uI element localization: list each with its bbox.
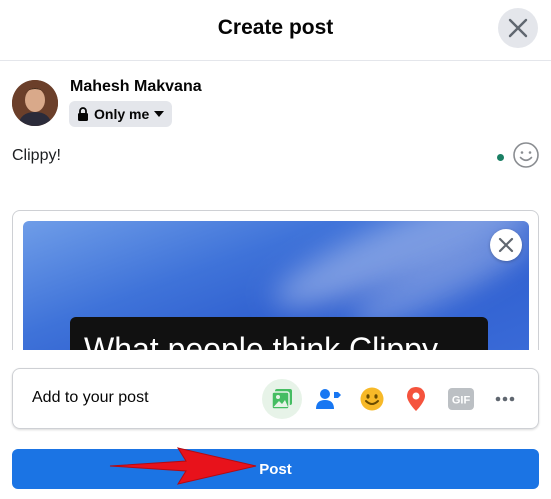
- user-name[interactable]: Mahesh Makvana: [70, 78, 202, 96]
- more-options-button[interactable]: [485, 379, 525, 419]
- feeling-activity-button[interactable]: [352, 379, 392, 419]
- more-icon: [495, 396, 515, 402]
- tag-people-button[interactable]: [308, 379, 348, 419]
- close-button[interactable]: [498, 8, 538, 48]
- gif-button[interactable]: GIF: [441, 379, 481, 419]
- status-dot: [497, 154, 504, 161]
- close-icon: [508, 18, 528, 38]
- avatar[interactable]: [12, 80, 58, 126]
- link-preview: What people think Clippy: [12, 210, 539, 350]
- add-to-post-bar: Add to your post GIF: [12, 368, 539, 429]
- emoji-icon: [513, 142, 539, 168]
- photo-video-button[interactable]: [262, 379, 302, 419]
- remove-preview-button[interactable]: [490, 229, 522, 261]
- audience-label: Only me: [94, 106, 150, 122]
- gif-label: GIF: [452, 395, 471, 407]
- preview-image[interactable]: What people think Clippy: [23, 221, 529, 350]
- close-icon: [498, 237, 514, 253]
- audience-selector[interactable]: Only me: [69, 101, 173, 127]
- avatar-image: [12, 80, 58, 126]
- location-pin-icon: [407, 387, 425, 411]
- post-button-label: Post: [259, 460, 292, 478]
- feeling-icon: [360, 387, 384, 411]
- preview-caption: What people think Clippy: [84, 331, 438, 350]
- dialog-title: Create post: [217, 16, 334, 39]
- caret-down-icon: [154, 111, 165, 117]
- emoji-button[interactable]: [512, 141, 540, 169]
- annotation-arrow-icon: [109, 447, 257, 485]
- photo-video-icon: [271, 389, 292, 410]
- post-button[interactable]: Post: [12, 449, 539, 489]
- tag-people-icon: [316, 389, 341, 409]
- dialog-header: Create post: [0, 0, 551, 61]
- check-in-button[interactable]: [396, 379, 436, 419]
- gif-icon: GIF: [448, 388, 474, 410]
- lock-icon: [78, 107, 88, 121]
- post-text-input[interactable]: Clippy!: [12, 147, 61, 165]
- add-to-post-label: Add to your post: [32, 389, 149, 406]
